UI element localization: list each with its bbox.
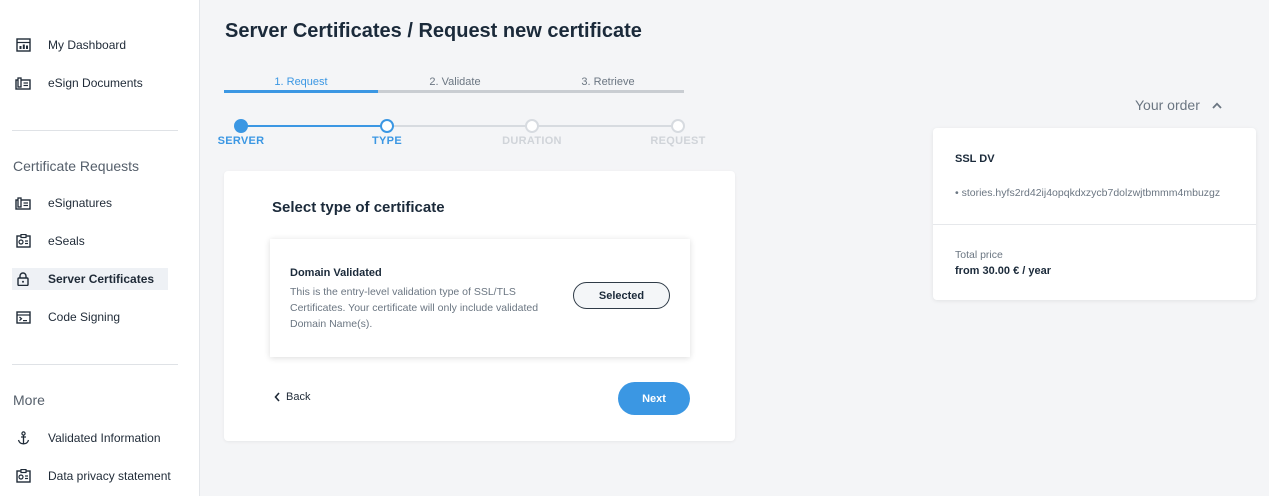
order-divider (933, 224, 1256, 225)
step-dot-request (671, 119, 685, 133)
sidebar: My Dashboard eSign Documents Certificate… (0, 0, 200, 496)
step-label-server: SERVER (217, 135, 265, 147)
esignatures-icon (12, 192, 34, 214)
sidebar-item-server-certificates[interactable]: Server Certificates (12, 268, 169, 290)
selected-button[interactable]: Selected (573, 282, 670, 309)
step-progress: SERVER TYPE DURATION REQUEST (214, 118, 714, 152)
sidebar-item-label: eSign Documents (48, 76, 143, 90)
sidebar-item-label: Server Certificates (48, 272, 155, 286)
sidebar-item-eseals[interactable]: eSeals (12, 230, 85, 252)
option-domain-validated[interactable]: Domain Validated This is the entry-level… (270, 239, 690, 357)
lock-icon (12, 268, 34, 290)
option-title: Domain Validated (290, 267, 382, 279)
step-label-duration: DURATION (502, 135, 562, 147)
code-signing-icon (12, 306, 34, 328)
sidebar-item-label: Code Signing (48, 310, 121, 324)
tab-retrieve[interactable]: 3. Retrieve (531, 76, 685, 88)
esign-documents-icon (12, 72, 34, 94)
total-price-value: from 30.00 € / year (955, 265, 1052, 277)
sidebar-item-my-dashboard[interactable]: My Dashboard (12, 34, 126, 56)
back-label: Back (286, 391, 311, 403)
step-dot-type (380, 119, 394, 133)
tab-indicator-track (378, 90, 684, 93)
order-domain: • stories.hyfs2rd42ij4opqkdxzycb7dolzwjt… (955, 187, 1221, 199)
tab-validate[interactable]: 2. Validate (378, 76, 532, 88)
back-button[interactable]: Back (274, 391, 310, 403)
sidebar-item-label: My Dashboard (48, 38, 127, 52)
total-price-label: Total price (955, 249, 1003, 261)
order-summary-card: SSL DV • stories.hyfs2rd42ij4opqkdxzycb7… (933, 128, 1256, 300)
sidebar-divider (12, 364, 178, 365)
sidebar-item-label: eSignatures (48, 196, 113, 210)
eseals-icon (12, 230, 34, 252)
sidebar-item-label: Validated Information (48, 431, 161, 445)
order-product: SSL DV (955, 153, 995, 165)
process-tabs: 1. Request 2. Validate 3. Retrieve (224, 76, 684, 94)
order-header: Your order (1135, 97, 1200, 113)
card-title: Select type of certificate (272, 199, 445, 216)
sidebar-item-code-signing[interactable]: Code Signing (12, 306, 120, 328)
step-connector (241, 125, 387, 127)
step-label-request: REQUEST (650, 135, 706, 147)
your-order-toggle[interactable]: Your order (1135, 97, 1222, 113)
certificate-type-card: Select type of certificate Domain Valida… (224, 171, 735, 441)
section-title-more: More (13, 392, 45, 408)
next-button[interactable]: Next (618, 382, 690, 415)
tab-indicator-active (224, 90, 378, 93)
section-title-certificate-requests: Certificate Requests (13, 158, 140, 174)
step-dot-duration (525, 119, 539, 133)
sidebar-divider (12, 130, 178, 131)
step-dot-server (234, 119, 248, 133)
sidebar-item-validated-information[interactable]: Validated Information (12, 427, 161, 449)
tab-request[interactable]: 1. Request (224, 76, 378, 88)
sidebar-item-label: eSeals (48, 234, 85, 248)
sidebar-item-esign-documents[interactable]: eSign Documents (12, 72, 143, 94)
sidebar-item-label: Data privacy statement (48, 469, 171, 483)
privacy-icon (12, 465, 34, 487)
step-label-type: TYPE (372, 135, 402, 147)
page-title: Server Certificates / Request new certif… (225, 20, 642, 42)
sidebar-item-data-privacy-statement[interactable]: Data privacy statement (12, 465, 171, 487)
chevron-up-icon (1212, 101, 1222, 109)
chevron-left-icon (274, 392, 280, 402)
anchor-icon (12, 427, 34, 449)
dashboard-icon (12, 34, 34, 56)
option-description: This is the entry-level validation type … (290, 286, 539, 330)
sidebar-item-esignatures[interactable]: eSignatures (12, 192, 112, 214)
